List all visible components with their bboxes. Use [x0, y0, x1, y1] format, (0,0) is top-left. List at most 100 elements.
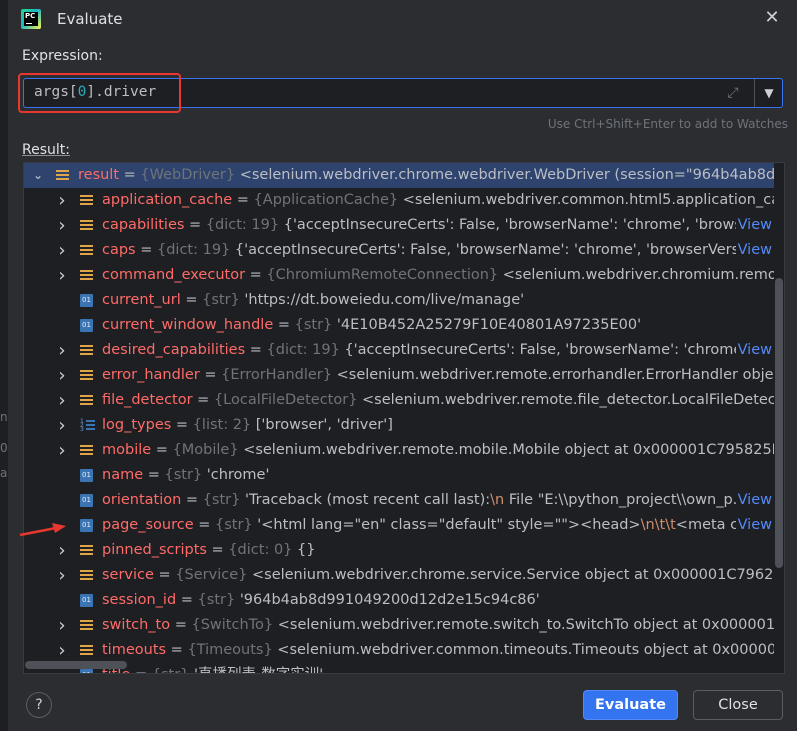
chevron-right-icon[interactable]: ›	[56, 538, 68, 563]
variable-name: session_id	[102, 592, 177, 608]
variable-value: {'acceptInsecureCerts': False, 'browserN…	[234, 242, 766, 258]
tree-row-log-types[interactable]: › 1 2 3 log_types = {list: 2} ['browser', 'd…	[24, 413, 774, 438]
variable-value: ['browser', 'driver']	[255, 417, 393, 433]
tree-row-service[interactable]: › service = {Service} <selenium.webdriver…	[24, 563, 784, 588]
chevron-right-icon[interactable]: ›	[56, 363, 68, 388]
object-icon	[80, 219, 93, 232]
tree-row-text: result = {WebDriver} <selenium.webdriver…	[78, 163, 785, 188]
view-link[interactable]: View	[735, 338, 772, 363]
primitive-icon: 01	[80, 519, 93, 532]
chevron-right-icon[interactable]: ›	[56, 613, 68, 638]
close-button[interactable]: Close	[693, 690, 783, 720]
primitive-icon: 01	[80, 294, 93, 307]
tree-row-text: command_executor = {ChromiumRemoteConnec…	[102, 263, 784, 288]
variable-value: <selenium.webdriver.chrome.service.Servi…	[251, 567, 785, 583]
object-icon	[80, 244, 93, 257]
tree-row-text: file_detector = {LocalFileDetector} <sel…	[102, 388, 785, 413]
tree-row-capabilities[interactable]: › capabilities = {dict: 19} {'acceptInsec…	[24, 213, 774, 238]
chevron-right-icon[interactable]: ›	[56, 438, 68, 463]
tree-row-caps[interactable]: › caps = {dict: 19} {'acceptInsecureCerts…	[24, 238, 774, 263]
chevron-right-icon[interactable]: ›	[56, 188, 68, 213]
expand-editor-icon[interactable]: ⤢	[724, 84, 742, 102]
tree-row-error-handler[interactable]: › error_handler = {ErrorHandler} <seleniu…	[24, 363, 784, 388]
tree-row-timeouts[interactable]: › timeouts = {Timeouts} <selenium.webdriv…	[24, 638, 784, 663]
tree-row-text: mobile = {Mobile} <selenium.webdriver.re…	[102, 438, 784, 463]
chevron-right-icon[interactable]: ›	[56, 638, 68, 663]
primitive-icon: 01	[80, 594, 93, 607]
variable-type: {ErrorHandler}	[221, 367, 332, 383]
chevron-down-icon[interactable]: ⌄	[32, 163, 44, 188]
tree-row-switch-to[interactable]: › switch_to = {SwitchTo} <selenium.webdri…	[24, 613, 784, 638]
tree-row-orientation[interactable]: 01 orientation = {str} 'Traceback (most r…	[24, 488, 774, 513]
chevron-right-icon[interactable]: ›	[56, 263, 68, 288]
tree-row-text: capabilities = {dict: 19} {'acceptInsecu…	[102, 217, 765, 233]
variable-type: {Timeouts}	[187, 642, 273, 658]
escape-sequence: \n	[490, 492, 505, 508]
variable-value: '直播列表-数字实训'	[194, 667, 323, 673]
tree-row-pinned-scripts[interactable]: › pinned_scripts = {dict: 0} {}	[24, 538, 774, 563]
variable-value-cont: File "E:\\python_project\\own_p...	[504, 492, 747, 508]
tree-row-text: caps = {dict: 19} {'acceptInsecureCerts'…	[102, 242, 766, 258]
object-icon	[80, 619, 93, 632]
chevron-right-icon[interactable]: ›	[56, 413, 68, 438]
view-link[interactable]: View	[735, 238, 772, 263]
red-arrow-annotation	[19, 523, 66, 537]
tree-row-current-url[interactable]: 01 current_url = {str} 'https://dt.boweie…	[24, 288, 774, 313]
variable-type: {LocalFileDetector}	[213, 392, 358, 408]
tree-row-title[interactable]: 01 title = {str} '直播列表-数字实训'	[24, 663, 774, 673]
evaluate-button[interactable]: Evaluate	[583, 690, 678, 720]
tree-row-page-source[interactable]: 01 page_source = {str} '<html lang="en" c…	[24, 513, 774, 538]
chevron-right-icon[interactable]: ›	[56, 213, 68, 238]
variable-type: {ChromiumRemoteConnection}	[266, 267, 499, 283]
view-link[interactable]: View	[735, 488, 772, 513]
watch-hint: Use Ctrl+Shift+Enter to add to Watches	[547, 117, 788, 131]
chevron-right-icon[interactable]: ›	[56, 563, 68, 588]
dropdown-separator	[754, 79, 755, 107]
tree-row-name[interactable]: 01 name = {str} 'chrome'	[24, 463, 774, 488]
variable-value: <selenium.webdriver.remote.file_detector…	[362, 392, 785, 408]
vertical-scrollbar[interactable]	[774, 163, 784, 673]
view-link[interactable]: View	[735, 213, 772, 238]
variable-type: {str}	[294, 317, 333, 333]
chevron-right-icon[interactable]: ›	[56, 238, 68, 263]
variable-name: result	[78, 167, 120, 183]
tree-row-file-detector[interactable]: › file_detector = {LocalFileDetector} <se…	[24, 388, 784, 413]
variable-type: {ApplicationCache}	[253, 192, 399, 208]
variable-type: {SwitchTo}	[191, 617, 274, 633]
tree-row-text: session_id = {str} '964b4ab8d991049200d1…	[102, 592, 540, 608]
variable-name: application_cache	[102, 192, 233, 208]
help-button[interactable]: ?	[26, 692, 52, 718]
tree-row-text: current_window_handle = {str} '4E10B452A…	[102, 317, 642, 333]
tree-row-text: page_source = {str} '<html lang="en" cla…	[102, 517, 771, 533]
tree-row-session-id[interactable]: 01 session_id = {str} '964b4ab8d991049200…	[24, 588, 774, 613]
tree-row-text: switch_to = {SwitchTo} <selenium.webdriv…	[102, 613, 784, 638]
variable-value: <selenium.webdriver.common.html5.applica…	[402, 192, 785, 208]
variable-type: {dict: 19}	[205, 217, 280, 233]
variable-value: <selenium.webdriver.chrome.webdriver.Web…	[239, 167, 785, 183]
tree-row-result[interactable]: ⌄ result = {WebDriver} <selenium.webdrive…	[24, 163, 784, 188]
result-tree[interactable]: ⌄ result = {WebDriver} <selenium.webdrive…	[23, 162, 785, 674]
primitive-icon: 01	[80, 669, 93, 673]
object-icon	[56, 169, 69, 182]
close-icon[interactable]: ✕	[763, 9, 781, 27]
variable-type: {str}	[215, 517, 253, 533]
history-dropdown-icon[interactable]: ▼	[761, 84, 777, 102]
tree-row-application-cache[interactable]: › application_cache = {ApplicationCache} …	[24, 188, 784, 213]
horizontal-scrollbar-thumb[interactable]	[25, 661, 127, 669]
tree-row-command-executor[interactable]: › command_executor = {ChromiumRemoteConne…	[24, 263, 784, 288]
chevron-right-icon[interactable]: ›	[56, 338, 68, 363]
variable-name: desired_capabilities	[102, 342, 246, 358]
tree-row-mobile[interactable]: › mobile = {Mobile} <selenium.webdriver.r…	[24, 438, 784, 463]
tree-row-current-window-handle[interactable]: 01 current_window_handle = {str} '4E10B45…	[24, 313, 774, 338]
variable-type: {dict: 19}	[266, 342, 340, 358]
tree-row-text: current_url = {str} 'https://dt.boweiedu…	[102, 292, 525, 308]
view-link[interactable]: View	[735, 513, 772, 538]
result-label: Result:	[22, 142, 70, 158]
variable-name: error_handler	[102, 367, 200, 383]
tree-row-desired-capabilities[interactable]: › desired_capabilities = {dict: 19} {'acc…	[24, 338, 774, 363]
title-bar[interactable]: PC Evaluate ✕	[0, 0, 797, 40]
scrollbar-thumb[interactable]	[775, 278, 783, 568]
variable-type: {Service}	[175, 567, 248, 583]
chevron-right-icon[interactable]: ›	[56, 388, 68, 413]
variable-type: {str}	[197, 592, 236, 608]
